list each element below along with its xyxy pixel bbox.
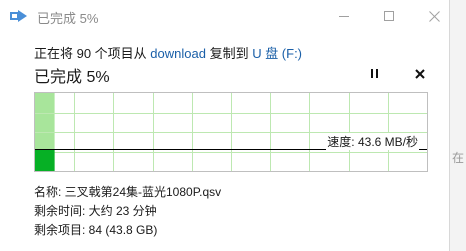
- background-window-text: 在: [452, 151, 465, 165]
- window-title: 已完成 5%: [37, 11, 99, 26]
- minimize-icon: [339, 15, 349, 17]
- stop-button[interactable]: [410, 64, 430, 84]
- speed-graph: 速度: 43.6 MB/秒: [34, 92, 428, 172]
- items-remaining: 剩余项目: 84 (43.8 GB): [34, 223, 158, 237]
- title-bar: 已完成 5%: [0, 0, 466, 32]
- speed-graph-canvas: [35, 93, 427, 171]
- background-window-edge: [449, 0, 466, 251]
- destination-link[interactable]: U 盘 (F:): [252, 46, 302, 61]
- source-link[interactable]: download: [150, 46, 206, 61]
- close-icon: [428, 10, 440, 22]
- minimize-button[interactable]: [321, 0, 367, 32]
- copy-info: 正在将 90 个项目从 download 复制到 U 盘 (F:): [34, 43, 302, 62]
- stop-icon: [415, 69, 425, 79]
- copy-progress-window: 已完成 5% 正在将 90 个项目从 download 复制到 U 盘 (F:)…: [0, 0, 466, 251]
- pause-button[interactable]: [364, 64, 384, 84]
- info-prefix: 正在将 90 个项目从: [34, 46, 151, 61]
- maximize-icon: [384, 11, 394, 21]
- info-middle: 复制到: [205, 46, 253, 61]
- speed-label: 速度: 43.6 MB/秒: [326, 133, 419, 150]
- time-remaining: 剩余时间: 大约 23 分钟: [34, 204, 157, 218]
- speed-area: [35, 149, 55, 171]
- maximize-button[interactable]: [366, 0, 412, 32]
- pause-icon: [369, 65, 379, 83]
- copy-arrow-icon: [10, 10, 27, 22]
- file-name: 名称: 三叉戟第24集-蓝光1080P.qsv: [34, 185, 222, 199]
- progress-status: 已完成 5%: [34, 69, 110, 86]
